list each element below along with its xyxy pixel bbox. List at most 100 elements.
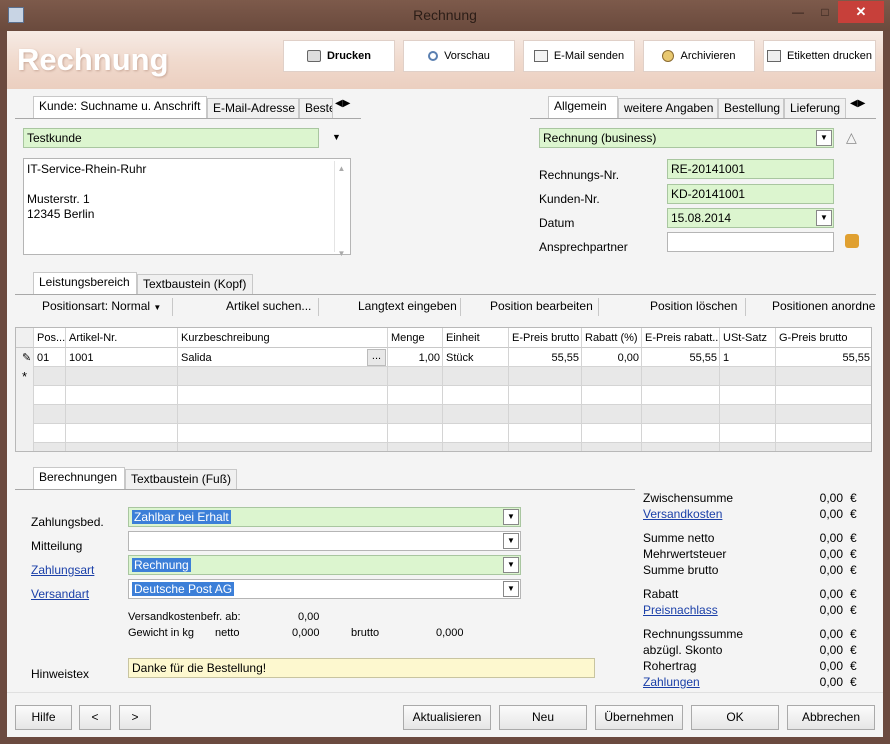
- date-picker[interactable]: 15.08.2014 ▼: [667, 208, 834, 228]
- tab-more-details[interactable]: weitere Angaben: [618, 98, 718, 118]
- column-header[interactable]: Menge: [388, 328, 443, 348]
- column-header[interactable]: Einheit: [443, 328, 509, 348]
- delete-position-button[interactable]: Position löschen: [650, 299, 737, 313]
- tab-scroll-arrows[interactable]: ◀▶: [850, 98, 865, 109]
- cell-article[interactable]: 1001: [66, 349, 178, 367]
- refresh-button[interactable]: Aktualisieren: [403, 705, 491, 730]
- payment-terms-select[interactable]: Zahlbar bei Erhalt ▼: [128, 507, 521, 527]
- payment-terms-value: Zahlbar bei Erhalt: [132, 510, 231, 524]
- contacts-icon[interactable]: [845, 234, 859, 248]
- tab-calculations[interactable]: Berechnungen: [33, 467, 125, 489]
- tab-order[interactable]: Bestellung: [718, 98, 784, 118]
- longtext-button[interactable]: Langtext eingeben: [358, 299, 457, 313]
- tab-footer-text[interactable]: Textbaustein (Fuß): [125, 469, 237, 489]
- column-header[interactable]: USt-Satz: [720, 328, 776, 348]
- magnifier-icon: [428, 51, 439, 61]
- next-button[interactable]: >: [119, 705, 151, 730]
- net-weight-value: 0,000: [292, 627, 320, 639]
- price-reduction-link[interactable]: Preisnachlass: [643, 602, 718, 618]
- print-button[interactable]: Drucken: [283, 40, 395, 72]
- cell-discount[interactable]: 0,00: [582, 349, 642, 367]
- cell-pos[interactable]: 01: [34, 349, 66, 367]
- customer-no-field[interactable]: KD-20141001: [667, 184, 834, 204]
- shipping-costs-link[interactable]: Versandkosten: [643, 506, 722, 522]
- toolbar-separator: [172, 298, 173, 316]
- chevron-down-icon[interactable]: ▼: [503, 533, 519, 549]
- tab-email-address[interactable]: E-Mail-Adresse: [207, 98, 299, 118]
- cell-description[interactable]: Salida: [178, 349, 388, 367]
- email-button[interactable]: E-Mail senden: [523, 40, 635, 72]
- customer-address-textarea[interactable]: IT-Service-Rhein-Ruhr Musterstr. 1 12345…: [23, 158, 351, 258]
- column-header[interactable]: Artikel-Nr.: [66, 328, 178, 348]
- payments-link[interactable]: Zahlungen: [643, 674, 700, 690]
- currency-symbol: €: [850, 659, 857, 673]
- shipping-costs-value: 0,00: [819, 507, 843, 521]
- positions-grid[interactable]: Pos... Artikel-Nr. Kurzbeschreibung Meng…: [15, 327, 872, 452]
- customer-no-label: Kunden-Nr.: [539, 192, 600, 206]
- position-type-dropdown[interactable]: Positionsart: Normal ▼: [42, 299, 161, 313]
- tab-service-area[interactable]: Leistungsbereich: [33, 272, 137, 294]
- cell-unit[interactable]: Stück: [443, 349, 509, 367]
- prev-button[interactable]: <: [79, 705, 111, 730]
- arrange-positions-button[interactable]: Positionen anordne: [772, 299, 876, 313]
- invoice-total-value: 0,00: [819, 627, 843, 641]
- chevron-down-icon[interactable]: ▼: [332, 132, 341, 142]
- chevron-down-icon[interactable]: ▼: [816, 210, 832, 226]
- cash-discount-label: abzügl. Skonto: [643, 643, 723, 657]
- currency-symbol: €: [850, 627, 857, 641]
- contact-field[interactable]: [667, 232, 834, 252]
- tab-customer-address[interactable]: Kunde: Suchname u. Anschrift: [33, 96, 207, 118]
- chevron-down-icon[interactable]: ▼: [503, 581, 519, 597]
- preview-button[interactable]: Vorschau: [403, 40, 515, 72]
- cell-total[interactable]: 55,55: [776, 349, 871, 367]
- apply-button[interactable]: Übernehmen: [595, 705, 683, 730]
- edit-position-button[interactable]: Position bearbeiten: [490, 299, 593, 313]
- tab-delivery[interactable]: Lieferung: [784, 98, 846, 118]
- column-header[interactable]: Kurzbeschreibung: [178, 328, 388, 348]
- tab-orders[interactable]: Beste: [299, 98, 333, 118]
- column-header[interactable]: Rabatt (%): [582, 328, 642, 348]
- customer-search-input[interactable]: Testkunde: [23, 128, 319, 148]
- cancel-button[interactable]: Abbrechen: [787, 705, 875, 730]
- print-labels-button[interactable]: Etiketten drucken: [763, 40, 876, 72]
- ok-button[interactable]: OK: [691, 705, 779, 730]
- help-button[interactable]: Hilfe: [15, 705, 72, 730]
- column-header[interactable]: E-Preis rabatt...: [642, 328, 720, 348]
- archive-button[interactable]: Archivieren: [643, 40, 755, 72]
- payment-type-value: Rechnung: [132, 558, 191, 572]
- document-type-select[interactable]: Rechnung (business) ▼: [539, 128, 834, 148]
- shipping-type-select[interactable]: Deutsche Post AG ▼: [128, 579, 521, 599]
- gross-profit-value: 0,00: [819, 659, 843, 673]
- column-header[interactable]: G-Preis brutto: [776, 328, 871, 348]
- chevron-down-icon[interactable]: ▼: [503, 557, 519, 573]
- description-ellipsis-button[interactable]: ...: [367, 349, 386, 366]
- text-format-icon[interactable]: △: [846, 129, 857, 146]
- cell-discounted-price[interactable]: 55,55: [642, 349, 720, 367]
- payment-type-select[interactable]: Rechnung ▼: [128, 555, 521, 575]
- message-label: Mitteilung: [31, 539, 83, 553]
- maximize-button[interactable]: □: [812, 2, 838, 24]
- column-header[interactable]: E-Preis brutto: [509, 328, 582, 348]
- payments-value: 0,00: [819, 675, 843, 689]
- chevron-down-icon[interactable]: ▼: [503, 509, 519, 525]
- note-input[interactable]: Danke für die Bestellung!: [128, 658, 595, 678]
- minimize-button[interactable]: —: [783, 2, 813, 24]
- cell-vat[interactable]: 1: [720, 349, 776, 367]
- tab-header-text[interactable]: Textbaustein (Kopf): [137, 274, 253, 294]
- calc-tabs: Berechnungen Textbaustein (Fuß): [33, 467, 253, 489]
- new-button[interactable]: Neu: [499, 705, 587, 730]
- message-select[interactable]: ▼: [128, 531, 521, 551]
- tab-general[interactable]: Allgemein: [548, 96, 618, 118]
- invoice-no-field[interactable]: RE-20141001: [667, 159, 834, 179]
- column-header[interactable]: Pos...: [34, 328, 66, 348]
- address-scrollbar[interactable]: ▲ ▼: [334, 161, 348, 258]
- payment-type-link[interactable]: Zahlungsart: [31, 563, 94, 577]
- close-button[interactable]: ✕: [838, 1, 884, 23]
- shipping-type-link[interactable]: Versandart: [31, 587, 89, 601]
- cell-quantity[interactable]: 1,00: [388, 349, 443, 367]
- customer-panel-border: [15, 118, 361, 119]
- search-article-button[interactable]: Artikel suchen...: [226, 299, 311, 313]
- cell-price[interactable]: 55,55: [509, 349, 582, 367]
- chevron-down-icon[interactable]: ▼: [816, 130, 832, 146]
- tab-scroll-arrows[interactable]: ◀▶: [335, 98, 350, 109]
